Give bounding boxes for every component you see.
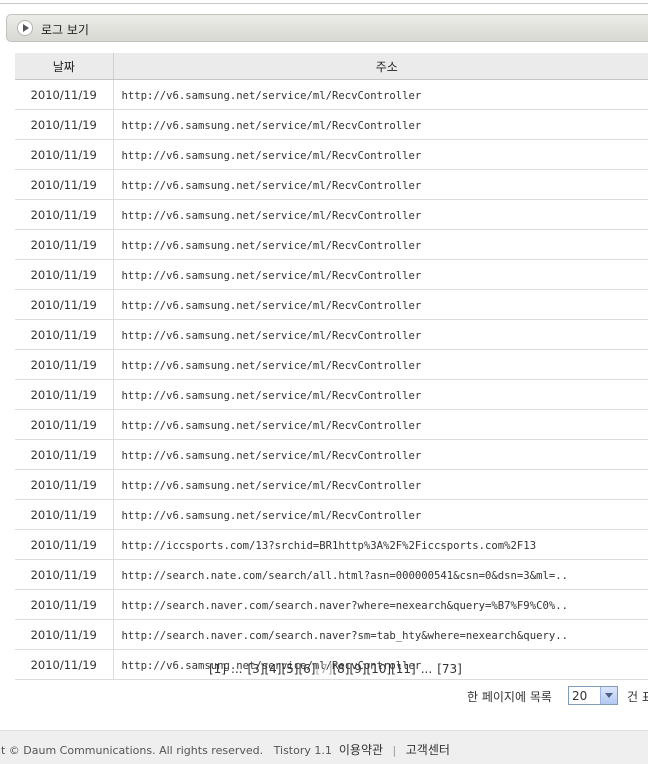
- top-divider: [0, 3, 648, 4]
- pagination: [1]... [3][4][5][6][7][8][9][10][11]... [7…: [0, 662, 648, 678]
- row-address-link[interactable]: http://search.naver.com/search.naver?whe…: [113, 589, 648, 620]
- row-date: 2010/11/19: [15, 589, 114, 620]
- page-link[interactable]: [1]: [209, 662, 226, 676]
- row-address-link[interactable]: http://v6.samsung.net/service/ml/RecvCon…: [113, 439, 648, 470]
- row-address-link[interactable]: http://v6.samsung.net/service/ml/RecvCon…: [113, 289, 648, 320]
- table-row: 2010/11/19 http://search.naver.com/search…: [15, 589, 648, 620]
- row-address-link[interactable]: http://v6.samsung.net/service/ml/RecvCon…: [113, 259, 648, 290]
- page-link[interactable]: [6]: [298, 662, 315, 676]
- table-row: 2010/11/19 http://iccsports.com/13?srchid…: [15, 529, 648, 560]
- table-row: 2010/11/19 http://v6.samsung.net/service/…: [15, 109, 648, 140]
- support-link[interactable]: 고객센터: [406, 743, 450, 757]
- table-row: 2010/11/19 http://v6.samsung.net/service/…: [15, 319, 648, 350]
- row-address-link[interactable]: http://v6.samsung.net/service/ml/RecvCon…: [113, 499, 648, 530]
- table-row: 2010/11/19 http://v6.samsung.net/service/…: [15, 349, 648, 380]
- page-link[interactable]: [9]: [349, 662, 366, 676]
- page-ellipsis: ...: [231, 662, 243, 676]
- page-link[interactable]: [73]: [437, 662, 462, 676]
- row-date: 2010/11/19: [15, 289, 114, 320]
- page-ellipsis: ...: [420, 662, 433, 676]
- row-address-link[interactable]: http://v6.samsung.net/service/ml/RecvCon…: [113, 469, 648, 500]
- footer-separator: |: [392, 744, 397, 757]
- row-date: 2010/11/19: [15, 379, 114, 410]
- row-date: 2010/11/19: [15, 349, 114, 380]
- row-date: 2010/11/19: [15, 79, 114, 110]
- row-address-link[interactable]: http://v6.samsung.net/service/ml/RecvCon…: [113, 109, 648, 140]
- row-date: 2010/11/19: [15, 409, 114, 440]
- row-date: 2010/11/19: [15, 529, 114, 560]
- row-date: 2010/11/19: [15, 319, 114, 350]
- column-header-date: 날짜: [15, 53, 114, 80]
- table-row: 2010/11/19 http://search.nate.com/search/…: [15, 559, 648, 590]
- row-address-link[interactable]: http://v6.samsung.net/service/ml/RecvCon…: [113, 169, 648, 200]
- table-header-row: 날짜 주소: [15, 53, 648, 80]
- row-date: 2010/11/19: [15, 619, 114, 650]
- row-address-link[interactable]: http://v6.samsung.net/service/ml/RecvCon…: [113, 319, 648, 350]
- section-title: 로그 보기: [41, 23, 89, 37]
- row-address-link[interactable]: http://v6.samsung.net/service/ml/RecvCon…: [113, 349, 648, 380]
- footer: nt © Daum Communications. All rights res…: [0, 730, 648, 764]
- row-date: 2010/11/19: [15, 469, 114, 500]
- page-link[interactable]: [4]: [264, 662, 281, 676]
- table-row: 2010/11/19 http://v6.samsung.net/service/…: [15, 409, 648, 440]
- row-address-link[interactable]: http://v6.samsung.net/service/ml/RecvCon…: [113, 79, 648, 110]
- page-links: [1]... [3][4][5][6][7][8][9][10][11]... [7…: [209, 662, 462, 676]
- page-link[interactable]: [5]: [281, 662, 298, 676]
- page-link[interactable]: [8]: [332, 662, 349, 676]
- table-row: 2010/11/19 http://v6.samsung.net/service/…: [15, 379, 648, 410]
- page-link[interactable]: [3]: [247, 662, 264, 676]
- table-row: 2010/11/19 http://v6.samsung.net/service/…: [15, 139, 648, 170]
- table-row: 2010/11/19 http://search.naver.com/search…: [15, 619, 648, 650]
- play-arrow-icon[interactable]: [17, 20, 33, 36]
- table-row: 2010/11/19 http://v6.samsung.net/service/…: [15, 169, 648, 200]
- terms-link[interactable]: 이용약관: [339, 743, 383, 757]
- row-date: 2010/11/19: [15, 559, 114, 590]
- row-address-link[interactable]: http://v6.samsung.net/service/ml/RecvCon…: [113, 409, 648, 440]
- row-date: 2010/11/19: [15, 229, 114, 260]
- table-row: 2010/11/19 http://v6.samsung.net/service/…: [15, 289, 648, 320]
- per-page-value: 20: [572, 689, 588, 703]
- chevron-down-icon[interactable]: [600, 687, 617, 704]
- table-row: 2010/11/19 http://v6.samsung.net/service/…: [15, 259, 648, 290]
- log-rows: 2010/11/19 http://v6.samsung.net/service/…: [15, 79, 648, 680]
- row-date: 2010/11/19: [15, 139, 114, 170]
- column-header-address: 주소: [113, 53, 648, 80]
- log-table: 날짜 주소 2010/11/19 http://v6.samsung.net/se…: [15, 53, 648, 680]
- page-link[interactable]: [10]: [366, 662, 391, 676]
- per-page-select[interactable]: 20: [568, 686, 618, 705]
- table-row: 2010/11/19 http://v6.samsung.net/service/…: [15, 499, 648, 530]
- row-date: 2010/11/19: [15, 109, 114, 140]
- copyright-text: nt © Daum Communications. All rights res…: [0, 744, 264, 757]
- row-address-link[interactable]: http://iccsports.com/13?srchid=BR1http%3…: [113, 529, 648, 560]
- log-section-header: 로그 보기: [6, 14, 648, 42]
- table-row: 2010/11/19 http://v6.samsung.net/service/…: [15, 469, 648, 500]
- row-address-link[interactable]: http://search.naver.com/search.naver?sm=…: [113, 619, 648, 650]
- row-date: 2010/11/19: [15, 499, 114, 530]
- per-page-suffix: 건 표: [627, 690, 648, 704]
- table-row: 2010/11/19 http://v6.samsung.net/service/…: [15, 79, 648, 110]
- row-address-link[interactable]: http://v6.samsung.net/service/ml/RecvCon…: [113, 229, 648, 260]
- row-date: 2010/11/19: [15, 439, 114, 470]
- table-row: 2010/11/19 http://v6.samsung.net/service/…: [15, 199, 648, 230]
- row-date: 2010/11/19: [15, 169, 114, 200]
- row-address-link[interactable]: http://v6.samsung.net/service/ml/RecvCon…: [113, 199, 648, 230]
- table-row: 2010/11/19 http://v6.samsung.net/service/…: [15, 439, 648, 470]
- version-text: Tistory 1.1: [273, 744, 332, 757]
- row-address-link[interactable]: http://v6.samsung.net/service/ml/RecvCon…: [113, 139, 648, 170]
- row-address-link[interactable]: http://search.nate.com/search/all.html?a…: [113, 559, 648, 590]
- table-row: 2010/11/19 http://v6.samsung.net/service/…: [15, 229, 648, 260]
- row-address-link[interactable]: http://v6.samsung.net/service/ml/RecvCon…: [113, 379, 648, 410]
- page-link[interactable]: [11]: [391, 662, 416, 676]
- row-date: 2010/11/19: [15, 199, 114, 230]
- per-page-label: 한 페이지에 목록: [467, 690, 552, 704]
- page-current: [7]: [315, 662, 333, 676]
- row-date: 2010/11/19: [15, 259, 114, 290]
